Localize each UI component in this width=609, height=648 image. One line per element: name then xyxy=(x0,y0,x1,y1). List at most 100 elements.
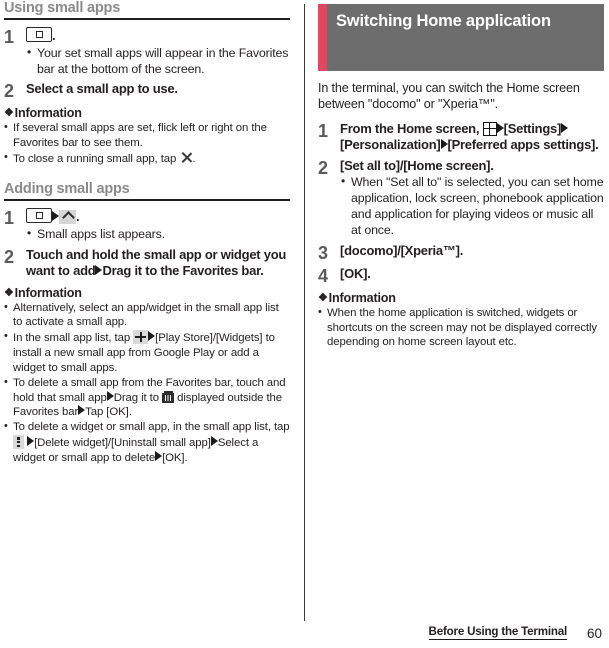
step-body: [docomo]/[Xperia™]. xyxy=(340,243,604,260)
intro-paragraph: In the terminal, you can switch the Home… xyxy=(318,81,580,112)
step-adding-2: 2 Touch and hold the small app or widget… xyxy=(4,247,290,280)
step-title-part1: From the Home screen, xyxy=(340,120,480,136)
right-column: Switching Home application In the termin… xyxy=(318,0,604,350)
left-column: Using small apps 1 . Your set small apps… xyxy=(4,0,290,466)
step-number: 2 xyxy=(318,157,329,178)
information-item: When the home application is switched, w… xyxy=(318,305,604,350)
information-list-3: When the home application is switched, w… xyxy=(318,305,604,350)
overflow-menu-icon xyxy=(13,435,24,450)
step-body: . Small apps list appears. xyxy=(26,208,290,242)
information-list-2: Alternatively, select an app/widget in t… xyxy=(4,300,290,466)
information-heading-2: ❖Information xyxy=(4,286,290,300)
step-body: From the Home screen, [Settings] [Persona… xyxy=(340,121,604,154)
trash-icon xyxy=(162,390,175,403)
information-heading-3: ❖Information xyxy=(318,291,604,305)
step-title: From the Home screen, [Settings] [Persona… xyxy=(340,121,604,154)
step-home-3: 3 [docomo]/[Xperia™]. xyxy=(318,243,604,262)
information-item-alternatively: Alternatively, select an app/widget in t… xyxy=(4,300,290,331)
step-bullets: Your set small apps will appear in the F… xyxy=(26,45,290,78)
item-pre: To delete a widget or small app, in the … xyxy=(13,421,290,434)
arrow-right-icon xyxy=(496,122,504,133)
diamond-icon: ❖ xyxy=(4,107,14,120)
chapter-banner: Switching Home application xyxy=(318,4,604,71)
step-number: 3 xyxy=(318,242,329,263)
item-mid1: Drag it to xyxy=(113,391,159,404)
step-title: . xyxy=(26,208,290,226)
step-bullets: Small apps list appears. xyxy=(26,226,290,243)
step-title-part4: [Preferred apps settings]. xyxy=(447,137,599,153)
information-label: Information xyxy=(14,106,82,121)
step-title-part2: [Settings] xyxy=(503,120,562,136)
step-title: Select a small app to use. xyxy=(26,81,178,97)
step-body: Select a small app to use. xyxy=(26,81,290,98)
column-divider xyxy=(304,4,305,621)
item-mid: [Play Store]/[Widgets] xyxy=(155,332,263,345)
step-home-4: 4 [OK]. xyxy=(318,266,604,285)
information-item-play-store: In the small app list, tap [Play Store]/… xyxy=(4,329,290,375)
footer-chapter-title: Before Using the Terminal xyxy=(428,625,567,640)
step-home-1: 1 From the Home screen, [Settings] [Perso… xyxy=(318,121,604,154)
footer-page-number: 60 xyxy=(586,626,602,641)
step-title-suffix: . xyxy=(52,28,56,44)
section-heading-adding-small-apps: Adding small apps xyxy=(4,181,290,202)
information-item: To close a running small app, tap . xyxy=(4,150,290,167)
step-adding-1: 1 . Small apps list appears. xyxy=(4,208,290,242)
arrow-right-icon xyxy=(561,122,569,133)
arrow-right-icon xyxy=(210,436,218,447)
step-bullet: When "Set all to" is selected, you can s… xyxy=(340,174,604,239)
step-number: 4 xyxy=(318,265,329,286)
diamond-icon: ❖ xyxy=(4,286,14,299)
step-body: . Your set small apps will appear in the… xyxy=(26,27,290,77)
information-label: Information xyxy=(328,290,396,305)
item-pre: In the small app list, tap xyxy=(13,332,131,345)
close-x-icon xyxy=(179,151,192,164)
caret-up-icon xyxy=(59,210,76,225)
arrow-right-icon xyxy=(440,139,448,150)
recent-apps-key-icon xyxy=(26,27,52,43)
information-list-1: If several small apps are set, flick lef… xyxy=(4,120,290,167)
step-number: 1 xyxy=(318,120,329,141)
plus-icon xyxy=(133,330,149,345)
step-title: Touch and hold the small app or widget y… xyxy=(26,247,290,280)
step-title: . xyxy=(26,27,290,45)
section-heading-using-small-apps: Using small apps xyxy=(4,0,290,21)
step-title-part2: Drag it to the Favorites bar. xyxy=(102,263,264,279)
step-bullets: When "Set all to" is selected, you can s… xyxy=(340,174,604,239)
diamond-icon: ❖ xyxy=(318,291,328,304)
step-title-suffix: . xyxy=(76,209,80,225)
step-number: 1 xyxy=(4,27,15,48)
item-post: Tap [OK]. xyxy=(85,406,132,419)
step-body: Touch and hold the small app or widget y… xyxy=(26,247,290,280)
step-title-part3: [Personalization] xyxy=(340,137,441,153)
recent-apps-key-icon xyxy=(26,208,52,224)
step-body: [OK]. xyxy=(340,266,604,283)
arrow-right-icon xyxy=(52,211,59,222)
step-bullet: Your set small apps will appear in the F… xyxy=(26,45,290,78)
manual-page: Using small apps 1 . Your set small apps… xyxy=(0,0,609,648)
banner-title: Switching Home application xyxy=(336,12,551,30)
step-title: [Set all to]/[Home screen]. xyxy=(340,157,494,173)
information-item-delete-widget: To delete a widget or small app, in the … xyxy=(4,419,290,465)
information-item: If several small apps are set, flick lef… xyxy=(4,120,290,151)
step-title: [OK]. xyxy=(340,265,371,281)
app-drawer-grid-icon xyxy=(482,121,497,136)
information-label: Information xyxy=(14,285,82,300)
step-number: 1 xyxy=(4,208,15,229)
step-number: 2 xyxy=(4,81,15,102)
information-heading-1: ❖Information xyxy=(4,106,290,120)
step-home-2: 2 [Set all to]/[Home screen]. When "Set … xyxy=(318,158,604,239)
information-item-text: To close a running small app, tap xyxy=(13,153,177,166)
item-mid1: [Delete widget]/[Uninstall small app] xyxy=(34,437,211,450)
banner-accent-bar xyxy=(318,4,327,71)
information-item-tail: . xyxy=(192,153,196,166)
item-post: [OK]. xyxy=(162,451,188,464)
step-using-1: 1 . Your set small apps will appear in t… xyxy=(4,27,290,77)
arrow-right-icon xyxy=(106,390,114,401)
page-footer: Before Using the Terminal 60 xyxy=(0,620,609,642)
step-title: [docomo]/[Xperia™]. xyxy=(340,242,464,258)
information-item-delete-small-app: To delete a small app from the Favorites… xyxy=(4,375,290,420)
step-body: [Set all to]/[Home screen]. When "Set al… xyxy=(340,158,604,239)
step-number: 2 xyxy=(4,246,15,267)
step-bullet: Small apps list appears. xyxy=(26,226,290,243)
step-using-2: 2 Select a small app to use. xyxy=(4,81,290,100)
